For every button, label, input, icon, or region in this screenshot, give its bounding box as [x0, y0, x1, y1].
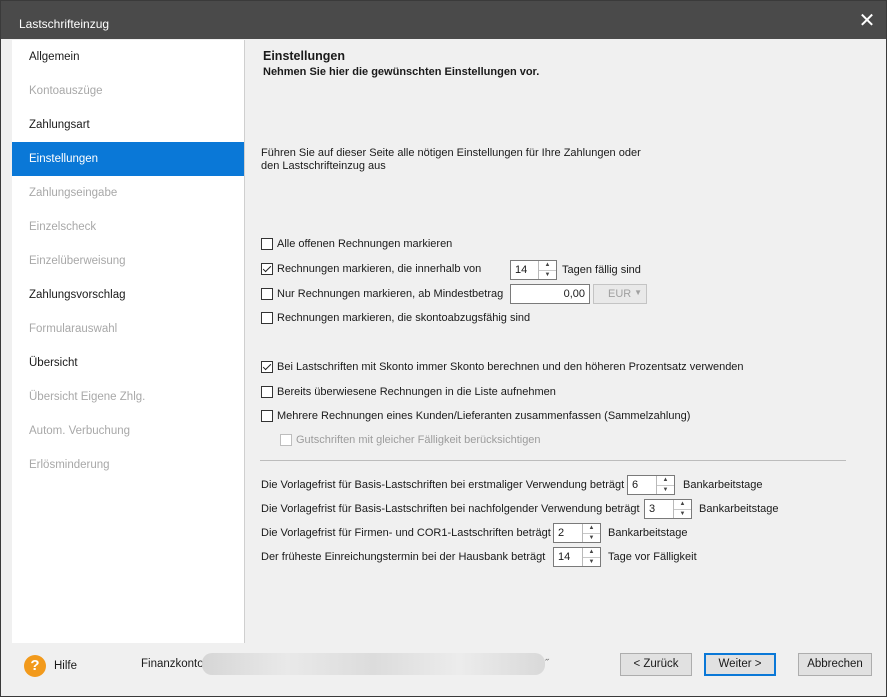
- credits-same-due-label: Gutschriften mit gleicher Fälligkeit ber…: [296, 434, 541, 446]
- settings-panel: Einstellungen Nehmen Sie hier die gewüns…: [246, 40, 876, 643]
- option-credits-same-due: Gutschriften mit gleicher Fälligkeit ber…: [280, 432, 541, 448]
- option-already-transferred[interactable]: Bereits überwiesene Rechnungen in die Li…: [261, 384, 556, 400]
- min-amount-checkbox[interactable]: [261, 288, 273, 300]
- lead-basis-first-value[interactable]: 6: [632, 479, 638, 491]
- sidebar-item-uebersicht-eigene: Übersicht Eigene Zhlg.: [29, 391, 146, 403]
- always-skonto-label: Bei Lastschriften mit Skonto immer Skont…: [277, 361, 744, 373]
- finanzkonto-label: Finanzkonto.: [141, 658, 207, 670]
- sidebar-item-formularauswahl: Formularauswahl: [29, 323, 118, 335]
- min-amount-label: Nur Rechnungen markieren, ab Mindestbetr…: [277, 288, 504, 300]
- next-button[interactable]: Weiter >: [704, 653, 776, 676]
- option-combine[interactable]: Mehrere Rechnungen eines Kunden/Lieferan…: [261, 408, 690, 424]
- credits-same-due-checkbox: [280, 434, 292, 446]
- sidebar-item-uebersicht[interactable]: Übersicht: [12, 346, 244, 380]
- intro-line-1: Führen Sie auf dieser Seite alle nötigen…: [261, 147, 641, 159]
- spin-up-icon[interactable]: ▲: [539, 261, 556, 271]
- all-open-label: Alle offenen Rechnungen markieren: [277, 238, 453, 250]
- option-skonto-eligible[interactable]: Rechnungen markieren, die skontoabzugsfä…: [261, 310, 530, 326]
- page-title: Einstellungen: [263, 49, 345, 63]
- skonto-eligible-checkbox[interactable]: [261, 312, 273, 324]
- lead-firmen-label: Die Vorlagefrist für Firmen- und COR1-La…: [261, 527, 551, 539]
- lead-basis-next-stepper[interactable]: 3 ▲ ▼: [644, 499, 692, 519]
- lead-basis-first-stepper[interactable]: 6 ▲ ▼: [627, 475, 675, 495]
- spin-down-icon[interactable]: ▼: [583, 558, 600, 567]
- sidebar-item-kontoauszuege: Kontoauszüge: [29, 85, 103, 97]
- lead-earliest-stepper[interactable]: 14 ▲ ▼: [553, 547, 601, 567]
- spin-up-icon[interactable]: ▲: [583, 524, 600, 534]
- always-skonto-checkbox[interactable]: [261, 361, 273, 373]
- chevron-down-icon: ▼: [634, 288, 642, 297]
- lead-firmen-unit: Bankarbeitstage: [608, 527, 688, 539]
- lead-basis-first-unit: Bankarbeitstage: [683, 479, 763, 491]
- sidebar-item-allgemein[interactable]: Allgemein: [12, 40, 244, 74]
- combine-label: Mehrere Rechnungen eines Kunden/Lieferan…: [277, 410, 691, 422]
- intro-line-2: den Lastschrifteinzug aus: [261, 160, 386, 172]
- lead-basis-first-label: Die Vorlagefrist für Basis-Lastschriften…: [261, 479, 625, 491]
- lead-earliest-unit: Tage vor Fälligkeit: [608, 551, 697, 563]
- sidebar-item-einzelscheck: Einzelscheck: [29, 221, 97, 233]
- sidebar-nav: Allgemein Kontoauszüge Zahlungsart Einst…: [12, 40, 245, 643]
- sidebar-item-zahlungsvorschlag[interactable]: Zahlungsvorschlag: [12, 278, 244, 312]
- spin-down-icon[interactable]: ▼: [657, 486, 674, 495]
- spin-up-icon[interactable]: ▲: [583, 548, 600, 558]
- skonto-eligible-label: Rechnungen markieren, die skontoabzugsfä…: [277, 312, 531, 324]
- sidebar-item-autom-verbuchung: Autom. Verbuchung: [29, 425, 131, 437]
- lead-basis-next-label: Die Vorlagefrist für Basis-Lastschriften…: [261, 503, 640, 515]
- title-bar: Lastschrifteinzug ✕: [1, 1, 886, 39]
- intro-text: Führen Sie auf dieser Seite alle nötigen…: [261, 147, 661, 173]
- currency-value: EUR: [608, 288, 632, 300]
- sidebar-item-zahlungseingabe: Zahlungseingabe: [29, 187, 118, 199]
- combine-checkbox[interactable]: [261, 410, 273, 422]
- within-days-value[interactable]: 14: [515, 264, 527, 276]
- within-days-suffix: Tagen fällig sind: [562, 264, 641, 276]
- already-transferred-label: Bereits überwiesene Rechnungen in die Li…: [277, 386, 556, 398]
- already-transferred-checkbox[interactable]: [261, 386, 273, 398]
- help-label[interactable]: Hilfe: [54, 660, 77, 672]
- lead-firmen-value[interactable]: 2: [558, 527, 564, 539]
- window-title: Lastschrifteinzug: [19, 17, 110, 31]
- divider: [260, 460, 846, 461]
- back-button[interactable]: < Zurück: [620, 653, 692, 676]
- currency-select: EUR ▼: [593, 284, 647, 304]
- sidebar-item-zahlungsart[interactable]: Zahlungsart: [12, 108, 244, 142]
- close-icon[interactable]: ✕: [854, 10, 880, 34]
- option-min-amount[interactable]: Nur Rechnungen markieren, ab Mindestbetr…: [261, 286, 503, 302]
- lead-basis-next-value[interactable]: 3: [649, 503, 655, 515]
- spin-down-icon[interactable]: ▼: [539, 271, 556, 280]
- within-days-stepper[interactable]: 14 ▲ ▼: [510, 260, 557, 280]
- lead-firmen-stepper[interactable]: 2 ▲ ▼: [553, 523, 601, 543]
- spin-up-icon[interactable]: ▲: [657, 476, 674, 486]
- sidebar-item-einstellungen[interactable]: Einstellungen: [12, 142, 244, 176]
- lead-earliest-label: Der früheste Einreichungstermin bei der …: [261, 551, 546, 563]
- help-icon[interactable]: ?: [24, 655, 46, 677]
- sidebar-item-einzelueberweisung: Einzelüberweisung: [29, 255, 126, 267]
- lead-earliest-value[interactable]: 14: [558, 551, 570, 563]
- dialog-footer: ? Hilfe Finanzkonto. ˝ < Zurück Weiter >…: [1, 643, 886, 696]
- min-amount-value[interactable]: 0,00: [564, 288, 585, 300]
- all-open-checkbox[interactable]: [261, 238, 273, 250]
- page-subtitle: Nehmen Sie hier die gewünschten Einstell…: [263, 66, 540, 78]
- dialog-window: Lastschrifteinzug ✕ Allgemein Kontoauszü…: [0, 0, 887, 697]
- within-days-label: Rechnungen markieren, die innerhalb von: [277, 263, 482, 275]
- sidebar-item-erloesminderung: Erlösminderung: [29, 459, 110, 471]
- spin-up-icon[interactable]: ▲: [674, 500, 691, 510]
- spin-down-icon[interactable]: ▼: [674, 510, 691, 519]
- option-always-skonto[interactable]: Bei Lastschriften mit Skonto immer Skont…: [261, 359, 744, 375]
- option-within-days[interactable]: Rechnungen markieren, die innerhalb von: [261, 261, 481, 277]
- within-days-checkbox[interactable]: [261, 263, 273, 275]
- spin-down-icon[interactable]: ▼: [583, 534, 600, 543]
- finanzkonto-value-redacted: [202, 653, 545, 675]
- finanzkonto-mark: ˝: [545, 658, 549, 670]
- option-all-open[interactable]: Alle offenen Rechnungen markieren: [261, 236, 452, 252]
- min-amount-input[interactable]: 0,00: [510, 284, 590, 304]
- lead-basis-next-unit: Bankarbeitstage: [699, 503, 779, 515]
- cancel-button[interactable]: Abbrechen: [798, 653, 872, 676]
